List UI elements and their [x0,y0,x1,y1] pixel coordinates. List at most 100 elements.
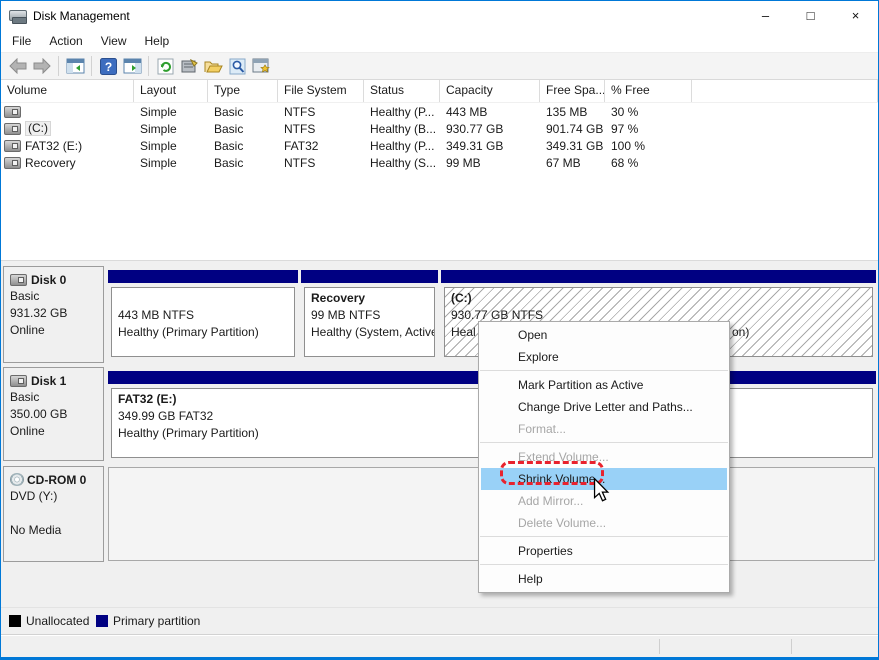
title-bar: Disk Management – □ × [1,1,878,30]
properties-icon[interactable] [178,56,200,76]
svg-text:?: ? [104,60,111,74]
column-header-file-system[interactable]: File System [278,80,364,102]
toolbar-separator [58,56,59,76]
cell-pct-free: 97 % [605,122,692,136]
legend-primary-partition-swatch [96,615,108,627]
red-dashed-annotation [500,461,604,485]
menu-view[interactable]: View [92,30,136,52]
menu-file[interactable]: File [3,30,40,52]
disk-icon [10,274,27,286]
column-header-free-space[interactable]: Free Spa... [540,80,605,102]
menu-item-open[interactable]: Open [479,324,729,346]
disk-management-window: Disk Management – □ × File Action View H… [0,0,879,660]
disk-0-row: Disk 0 Basic 931.32 GB Online 443 MB NTF… [1,266,878,363]
volume-row-system-reserved[interactable]: Simple Basic NTFS Healthy (P... 443 MB 1… [1,103,878,120]
partition-status: Healthy (System, Active, [311,324,434,341]
menu-item-explore[interactable]: Explore [479,346,729,368]
maximize-button[interactable]: □ [788,1,833,30]
menu-action[interactable]: Action [40,30,91,52]
column-header-status[interactable]: Status [364,80,440,102]
partition-color-bar [108,270,298,283]
help-icon[interactable]: ? [97,56,119,76]
disk-1-label-panel[interactable]: Disk 1 Basic 350.00 GB Online [3,367,104,461]
cell-capacity: 349.31 GB [440,139,540,153]
partition-status-fragment-left: Heal [451,325,476,339]
partition-name: (C:) [451,290,872,307]
mouse-cursor-icon [593,478,610,505]
open-folder-icon[interactable] [202,56,224,76]
volume-row-c[interactable]: (C:) Simple Basic NTFS Healthy (B... 930… [1,120,878,137]
minimize-button[interactable]: – [743,1,788,30]
volume-drive-icon [4,106,21,118]
forward-icon[interactable] [31,56,53,76]
partition-color-bar [441,270,876,283]
drive-letter: DVD (Y:) [10,488,103,505]
show-console-tree-icon[interactable] [64,56,86,76]
disk-0-label-panel[interactable]: Disk 0 Basic 931.32 GB Online [3,266,104,363]
menu-item-delete-volume: Delete Volume... [479,512,729,534]
column-header-type[interactable]: Type [208,80,278,102]
manage-snapin-icon[interactable] [250,56,272,76]
menu-help[interactable]: Help [136,30,179,52]
menu-item-help[interactable]: Help [479,568,729,590]
menu-item-properties[interactable]: Properties [479,540,729,562]
menu-item-format: Format... [479,418,729,440]
legend-unallocated-label: Unallocated [26,614,89,628]
menu-item-change-drive-letter[interactable]: Change Drive Letter and Paths... [479,396,729,418]
column-header-capacity[interactable]: Capacity [440,80,540,102]
disk-status: Online [10,423,103,440]
cell-file-system: FAT32 [278,139,364,153]
disk-icon [10,375,27,387]
cell-pct-free: 68 % [605,156,692,170]
cell-status: Healthy (S... [364,156,440,170]
cell-status: Healthy (B... [364,122,440,136]
volume-name-focused: (C:) [25,121,51,136]
close-button[interactable]: × [833,1,878,30]
column-header-volume[interactable]: Volume [1,80,134,102]
context-menu: Open Explore Mark Partition as Active Ch… [478,321,730,593]
menu-separator [480,370,728,371]
volume-row-fat32-e[interactable]: FAT32 (E:) Simple Basic FAT32 Healthy (P… [1,137,878,154]
cd-rom-icon [10,473,24,486]
disk-size: 350.00 GB [10,406,103,423]
column-header-empty [692,80,878,102]
menu-item-mark-partition-active[interactable]: Mark Partition as Active [479,374,729,396]
cell-pct-free: 100 % [605,139,692,153]
cell-layout: Simple [134,105,208,119]
partition-status-fragment-right: on) [732,324,749,341]
status-bar [1,634,878,657]
find-icon[interactable] [226,56,248,76]
back-icon[interactable] [7,56,29,76]
cell-free-space: 67 MB [540,156,605,170]
partition-size-fs: 99 MB NTFS [311,307,434,324]
cell-type: Basic [208,156,278,170]
legend-bar: Unallocated Primary partition [1,607,878,634]
volume-name: FAT32 (E:) [25,139,82,153]
cell-file-system: NTFS [278,105,364,119]
window-title: Disk Management [33,9,130,23]
cell-file-system: NTFS [278,156,364,170]
menu-separator [480,442,728,443]
show-action-pane-icon[interactable] [121,56,143,76]
volume-drive-icon [4,157,21,169]
cdrom-0-label-panel[interactable]: CD-ROM 0 DVD (Y:) No Media [3,466,104,562]
disk-name: Disk 1 [31,374,66,388]
cell-layout: Simple [134,122,208,136]
disk-status: Online [10,322,103,339]
cell-free-space: 135 MB [540,105,605,119]
disk-type: Basic [10,389,103,406]
cell-type: Basic [208,122,278,136]
cell-type: Basic [208,139,278,153]
disk-type: Basic [10,288,103,305]
partition-status: Healthy (Primary Partition) [118,324,294,341]
toolbar-separator [148,56,149,76]
cell-layout: Simple [134,139,208,153]
partition-system-reserved[interactable]: 443 MB NTFS Healthy (Primary Partition) [108,266,298,363]
volume-row-recovery[interactable]: Recovery Simple Basic NTFS Healthy (S...… [1,154,878,171]
partition-recovery[interactable]: Recovery 99 MB NTFS Healthy (System, Act… [301,266,438,363]
column-header-layout[interactable]: Layout [134,80,208,102]
column-header-pct-free[interactable]: % Free [605,80,692,102]
refresh-icon[interactable] [154,56,176,76]
cdrom-0-row: CD-ROM 0 DVD (Y:) No Media [1,466,878,562]
volume-drive-icon [4,140,21,152]
